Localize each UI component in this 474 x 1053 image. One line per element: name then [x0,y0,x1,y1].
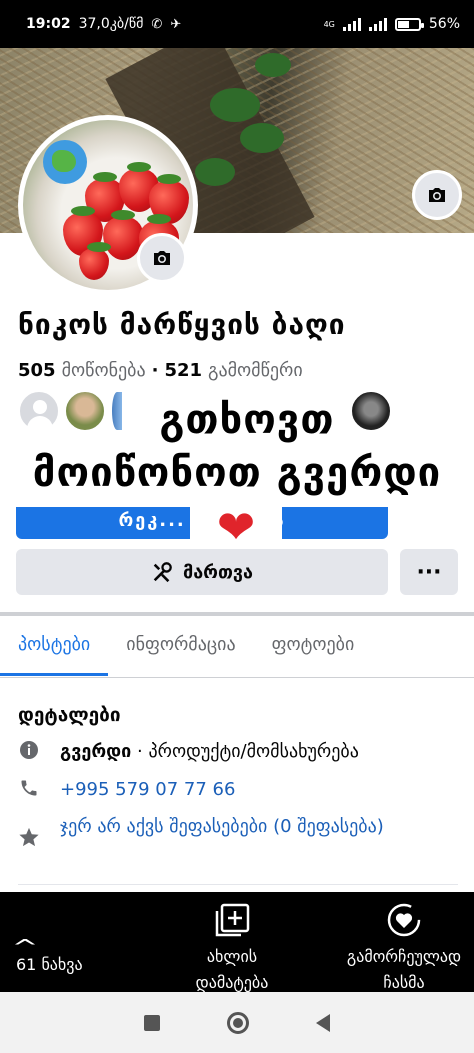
more-button[interactable]: ··· [400,549,458,595]
tools-icon [153,562,172,583]
bottom-action-bar: ^ 61 ნახვა ახლის დამატება გამორჩეულად ჩა… [0,892,474,992]
category-text: · პროდუქტი/მომსახურება [131,741,359,762]
home-icon[interactable] [226,1011,249,1034]
page-title: ნიკოს მარწყვის ბაღი [18,308,346,341]
rating-text[interactable]: ჯერ არ აქვს შეფასებები (0 შეფასება) [60,812,390,841]
tabs-divider [0,677,474,678]
network-label: 4G [323,19,335,29]
likes-count: 505 [18,360,56,381]
profile-tabs: პოსტები ინფორმაცია ფოტოები [0,616,474,676]
overlay-text-line2: მოიწონოთ გვერდი [32,450,442,496]
status-speed: 37,0კბ/წმ [78,16,144,32]
add-new-button[interactable]: ახლის დამატება [172,902,292,996]
tab-posts[interactable]: პოსტები [0,616,109,676]
signal-icon-2 [368,17,387,31]
add-square-icon [215,903,250,937]
globe-icon [43,140,87,184]
battery-percent: 56% [428,16,460,32]
followers-label: გამომწერი [208,360,303,381]
recents-icon[interactable] [143,1014,160,1031]
followers-count: 521 [164,360,203,381]
chevron-up-icon: ^ [11,935,39,959]
tab-photos[interactable]: ფოტოები [254,616,373,676]
add-new-label: ახლის დამატება [195,947,269,992]
avatar-camera-button[interactable] [137,233,187,283]
content-divider [18,884,458,890]
details-title: დეტალები [18,704,121,726]
battery-icon [394,17,424,31]
status-time: 19:02 [26,16,71,32]
camera-icon [429,188,445,202]
feature-label: გამორჩეულად ჩასმა [346,947,462,992]
overlay-text-line1: გთხოვთ [159,397,335,443]
signal-icon [342,17,361,31]
likes-label: მოწონება [61,360,146,381]
feature-button[interactable]: გამორჩეულად ჩასმა [338,902,470,996]
star-icon [18,826,40,848]
category-prefix: გვერდი [60,741,132,762]
phone-icon [18,777,40,799]
camera-icon [154,251,170,265]
tab-about[interactable]: ინფორმაცია [108,616,253,676]
views-button[interactable]: ^ 61 ნახვა [12,937,83,978]
info-icon [18,739,40,761]
whatsapp-icon: ✆ [151,16,163,32]
category-row: გვერდი · პროდუქტი/მომსახურება [18,737,460,766]
phone-number[interactable]: +995 579 07 77 66 [60,775,460,804]
heart-icon: ❤ [190,497,282,557]
phone-row[interactable]: +995 579 07 77 66 [18,775,460,804]
android-nav-bar [0,992,474,1053]
back-icon[interactable] [316,1013,331,1032]
manage-button[interactable]: მართვა [16,549,388,595]
notification-icon: ✈ [170,16,182,32]
heart-circle-icon [387,903,421,937]
rating-row[interactable]: ჯერ არ აქვს შეფასებები (0 შეფასება) [18,812,390,848]
stats-separator: · [151,360,159,381]
cover-camera-button[interactable] [412,170,462,220]
manage-label: მართვა [182,561,254,583]
page-stats[interactable]: 505 მოწონება · 521 გამომწერი [18,360,303,381]
status-bar: 19:02 37,0კბ/წმ ✆ ✈ 4G 56% [0,0,474,48]
